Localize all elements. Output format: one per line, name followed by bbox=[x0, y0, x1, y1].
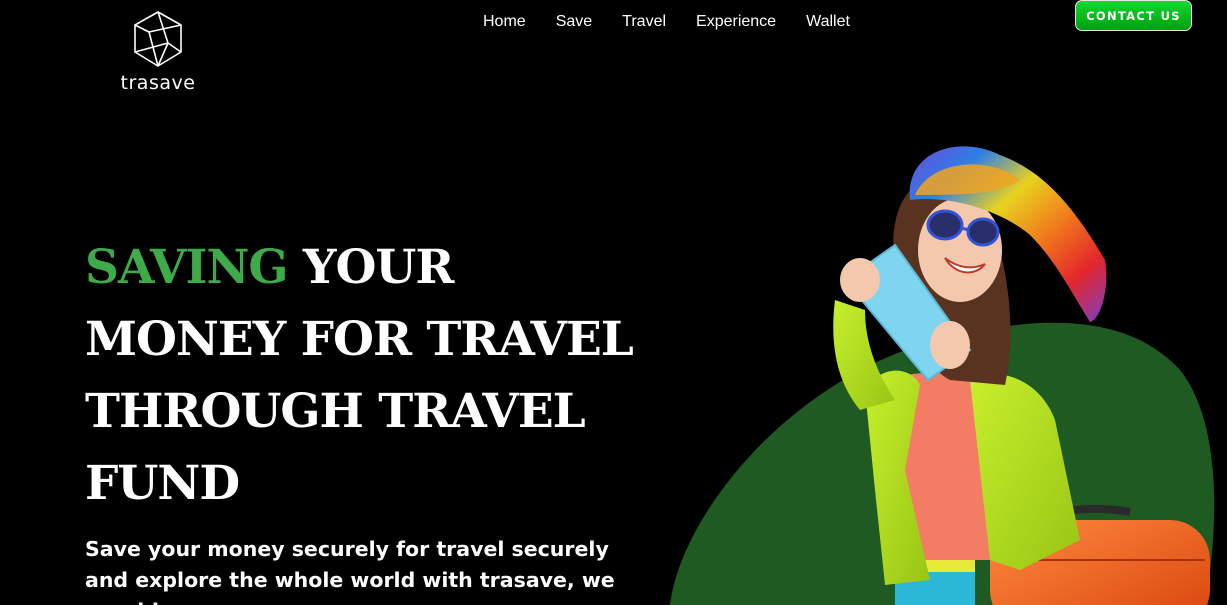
main-nav: Home Save Travel Experience Wallet bbox=[483, 12, 850, 32]
brand-logo[interactable]: trasave bbox=[112, 10, 204, 94]
nav-item-save[interactable]: Save bbox=[556, 12, 592, 32]
hero-title-line-2: MONEY FOR TRAVEL bbox=[85, 312, 634, 367]
brand-name: trasave bbox=[120, 72, 196, 94]
nav-item-experience[interactable]: Experience bbox=[696, 12, 776, 32]
hero-title-accent: SAVING bbox=[85, 240, 289, 295]
cube-logo-icon bbox=[112, 10, 204, 68]
hero-illustration bbox=[660, 140, 1227, 605]
hero-title-line-4: FUND bbox=[85, 456, 240, 511]
hero-title: SAVING YOUR MONEY FOR TRAVEL THROUGH TRA… bbox=[85, 232, 685, 520]
hero-title-word: YOUR bbox=[302, 240, 455, 295]
woman-traveler-image bbox=[670, 146, 1215, 605]
hero-title-line-3: THROUGH TRAVEL bbox=[85, 384, 586, 439]
landing-page: trasave Home Save Travel Experience Wall… bbox=[0, 0, 1227, 605]
nav-item-wallet[interactable]: Wallet bbox=[806, 12, 850, 32]
nav-item-travel[interactable]: Travel bbox=[622, 12, 666, 32]
hero-subtitle: Save your money securely for travel secu… bbox=[85, 537, 615, 605]
contact-us-button[interactable]: CONTACT US bbox=[1075, 0, 1192, 31]
nav-item-home[interactable]: Home bbox=[483, 12, 526, 32]
